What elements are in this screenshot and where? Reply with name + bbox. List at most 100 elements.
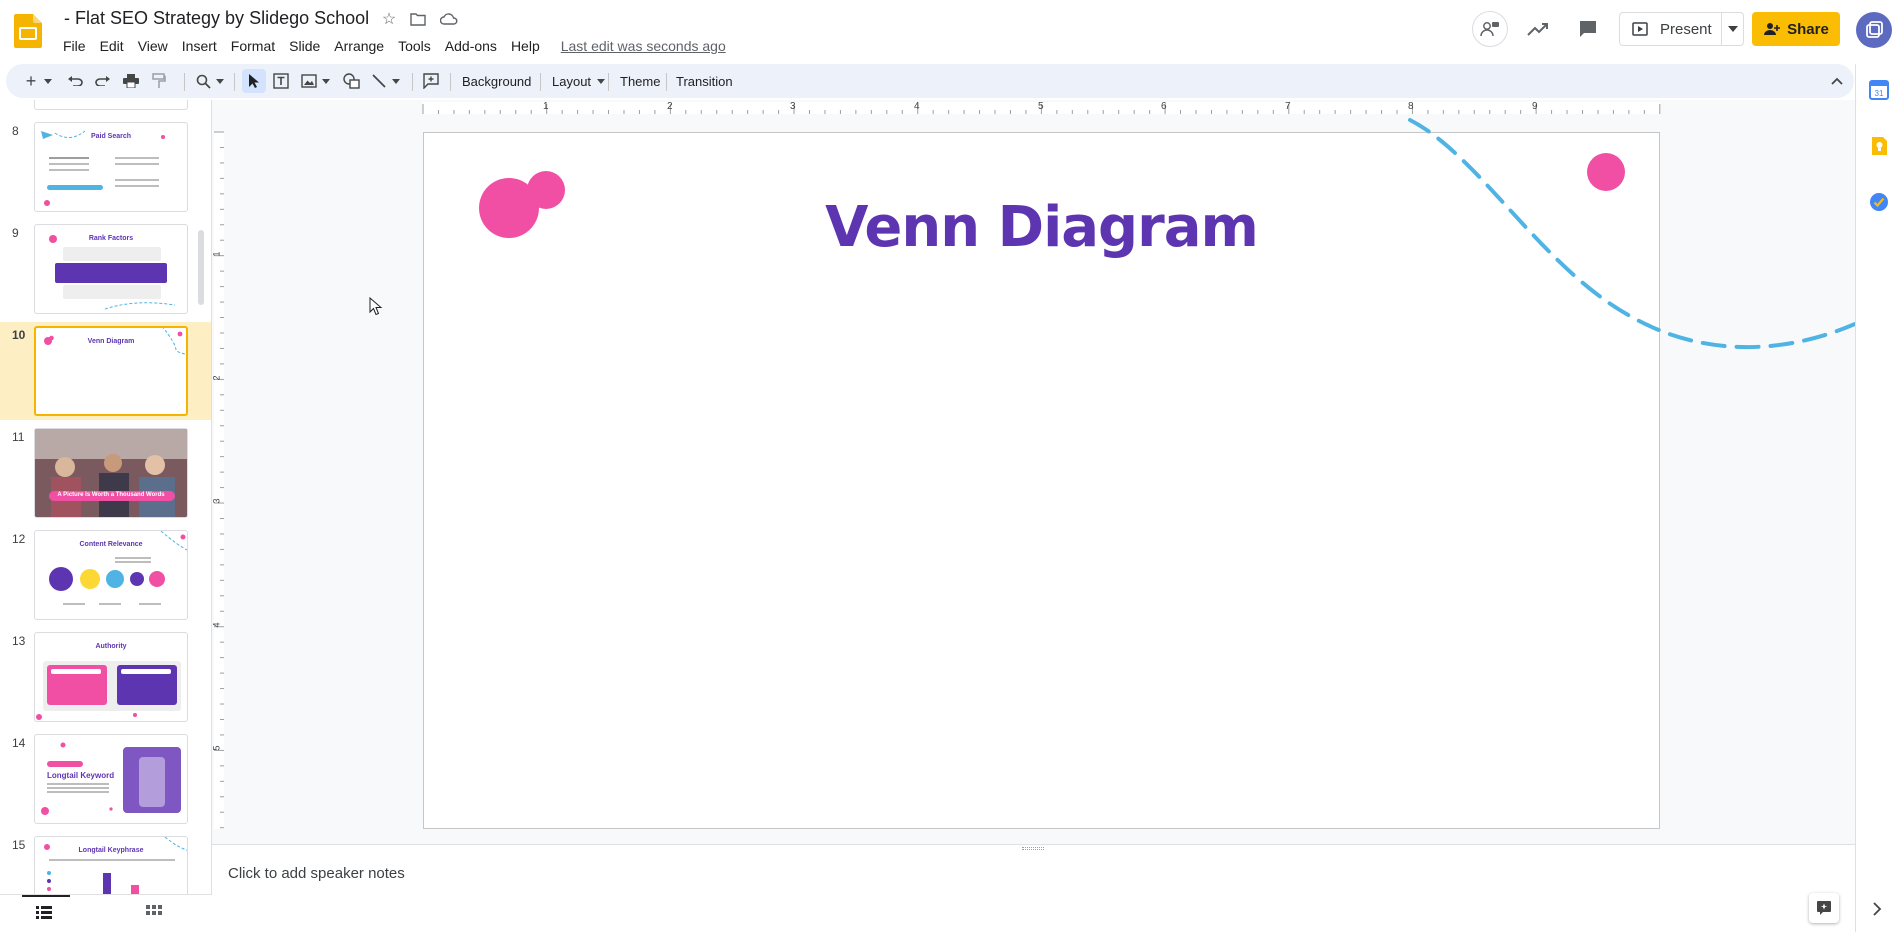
slide-row-11[interactable]: 11 A Picture Is Worth a Thousand Words [0, 428, 200, 526]
share-button[interactable]: Share [1752, 12, 1840, 46]
explore-icon [1817, 901, 1831, 915]
thumbnail-graphics [44, 328, 186, 355]
present-button[interactable]: Present [1619, 12, 1744, 46]
menu-help[interactable]: Help [504, 38, 547, 54]
collapse-toolbar-icon[interactable] [1826, 69, 1848, 93]
filmstrip-scrollbar[interactable] [198, 230, 204, 305]
notes-resize-handle[interactable] [1022, 847, 1044, 850]
slide-thumbnail[interactable]: A Picture Is Worth a Thousand Words [34, 428, 188, 518]
thumbnail-graphics [36, 661, 181, 720]
thumbnail-graphics [41, 130, 165, 206]
slide-thumbnail[interactable]: Rank Factors [34, 224, 188, 314]
h-ruler-label: 8 [1408, 101, 1414, 112]
background-button[interactable]: Background [456, 69, 537, 93]
menu-addons[interactable]: Add-ons [438, 38, 504, 54]
speaker-notes-placeholder[interactable]: Click to add speaker notes [228, 865, 405, 882]
paint-format-icon[interactable] [148, 69, 170, 93]
theme-button[interactable]: Theme [614, 69, 666, 93]
v-ruler-label: 1 [211, 251, 222, 257]
slide-row-14[interactable]: 14 Longtail Keyword [0, 734, 200, 832]
activity-dashboard-button[interactable] [1520, 11, 1556, 47]
thumbnail-photo [35, 429, 187, 517]
menu-view[interactable]: View [131, 38, 175, 54]
filmstrip-footer [0, 894, 212, 932]
expand-side-panel-icon[interactable] [1872, 902, 1886, 916]
add-comment-icon[interactable] [420, 69, 442, 93]
svg-text:31: 31 [1875, 89, 1884, 98]
slide-row-15[interactable]: 15 Longtail Keyphrase [0, 836, 200, 894]
slide-thumbnail-selected[interactable]: Venn Diagram [34, 326, 188, 416]
theme-label: Theme [620, 73, 661, 89]
vertical-ruler[interactable]: 1 2 3 4 5 [212, 116, 226, 844]
horizontal-ruler[interactable]: 1 2 3 4 5 6 7 8 9 [212, 100, 1855, 116]
person-add-icon [1764, 23, 1781, 35]
slide-number: 13 [12, 634, 26, 648]
h-ruler-label: 2 [667, 101, 673, 112]
h-ruler-label: 1 [543, 101, 549, 112]
slide-thumbnail[interactable]: Longtail Keyphrase [34, 836, 188, 894]
slide-thumbnail[interactable]: Paid Search [34, 122, 188, 212]
caret-down-icon [1727, 26, 1738, 32]
shape-icon[interactable] [340, 69, 362, 93]
calendar-icon[interactable]: 31 [1869, 80, 1889, 100]
menu-file[interactable]: File [56, 38, 93, 54]
menu-bar: File Edit View Insert Format Slide Arran… [56, 35, 726, 57]
undo-icon[interactable] [64, 69, 86, 93]
slide-row-10[interactable]: 10 Venn Diagram [0, 326, 200, 424]
print-icon[interactable] [120, 69, 142, 93]
grid-view-icon[interactable] [146, 905, 164, 921]
line-icon[interactable] [368, 69, 390, 93]
h-ruler-label: 7 [1285, 101, 1291, 112]
menu-tools[interactable]: Tools [391, 38, 438, 54]
comments-button[interactable] [1570, 11, 1606, 47]
insert-image-icon[interactable] [298, 69, 320, 93]
slide-row-8[interactable]: 8 Paid Search [0, 122, 200, 220]
menu-insert[interactable]: Insert [175, 38, 224, 54]
cloud-status-icon[interactable] [438, 8, 460, 30]
comment-icon [1580, 21, 1596, 37]
last-edit-link[interactable]: Last edit was seconds ago [561, 38, 726, 54]
keep-icon[interactable] [1869, 136, 1889, 156]
zoom-dropdown-icon[interactable] [214, 69, 226, 93]
active-view-indicator [22, 895, 70, 897]
slide-row-12[interactable]: 12 Content Relevance [0, 530, 200, 628]
new-slide-icon[interactable]: + [20, 69, 42, 93]
explore-button[interactable] [1809, 893, 1839, 923]
menu-edit[interactable]: Edit [93, 38, 131, 54]
meet-button[interactable] [1472, 11, 1508, 47]
slide-thumbnail[interactable]: Content Relevance [34, 530, 188, 620]
menu-format[interactable]: Format [224, 38, 282, 54]
speaker-notes-panel[interactable]: Click to add speaker notes [212, 844, 1855, 932]
star-icon[interactable]: ☆ [378, 8, 400, 30]
slide-thumbnail[interactable]: Longtail Keyword [34, 734, 188, 824]
slides-logo-icon[interactable] [14, 14, 42, 48]
redo-icon[interactable] [92, 69, 114, 93]
select-tool-icon[interactable] [242, 69, 266, 93]
thumbnail-graphics [49, 531, 187, 605]
filmstrip-view-icon[interactable] [36, 905, 54, 921]
account-avatar[interactable] [1856, 12, 1892, 48]
slide-filmstrip[interactable]: 8 Paid Search 9 Rank Factors 10 Venn Dia… [0, 100, 212, 894]
layout-button[interactable]: Layout [546, 69, 606, 93]
h-ruler-label: 5 [1038, 101, 1044, 112]
dashed-curve-decoration [1408, 118, 1855, 349]
image-dropdown-icon[interactable] [320, 69, 332, 93]
line-dropdown-icon[interactable] [390, 69, 402, 93]
account-icon [1866, 21, 1883, 38]
transition-button[interactable]: Transition [670, 69, 739, 93]
menu-slide[interactable]: Slide [282, 38, 327, 54]
slide-thumbnail-partial[interactable] [34, 100, 188, 110]
slide-thumbnail[interactable]: Authority [34, 632, 188, 722]
move-folder-icon[interactable] [407, 8, 429, 30]
slide-row-13[interactable]: 13 Authority [0, 632, 200, 730]
text-box-icon[interactable] [270, 69, 292, 93]
document-title[interactable]: - Flat SEO Strategy by Slidego School [64, 8, 369, 29]
new-slide-dropdown-icon[interactable] [42, 69, 54, 93]
side-panel: 31 [1855, 64, 1901, 932]
slide-row-9[interactable]: 9 Rank Factors [0, 224, 200, 322]
menu-arrange[interactable]: Arrange [327, 38, 391, 54]
zoom-icon[interactable] [192, 69, 214, 93]
tasks-icon[interactable] [1869, 192, 1889, 212]
present-dropdown[interactable] [1721, 13, 1743, 45]
layout-dropdown-icon [597, 78, 606, 84]
